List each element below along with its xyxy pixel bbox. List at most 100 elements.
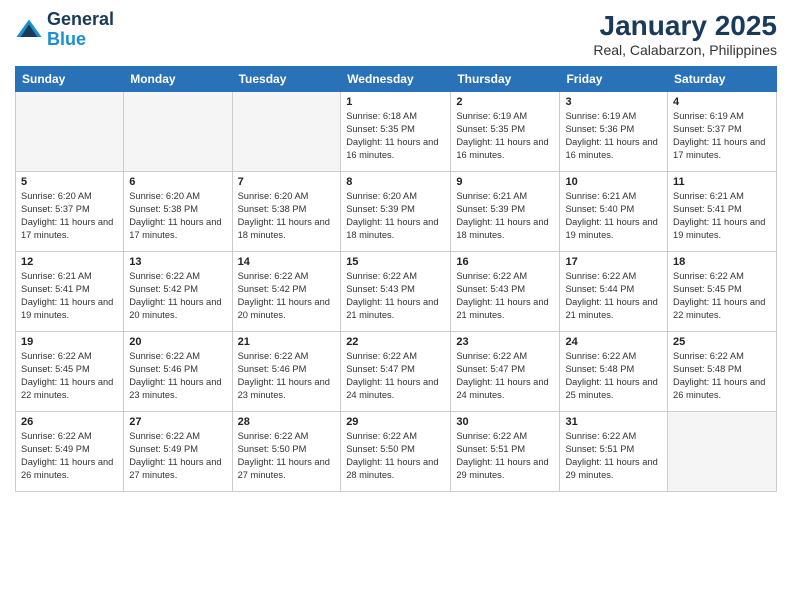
calendar-cell: 18 Sunrise: 6:22 AMSunset: 5:45 PMDayligh… — [668, 252, 777, 332]
day-number: 30 — [456, 416, 554, 428]
day-info: Sunrise: 6:21 AMSunset: 5:41 PMDaylight:… — [21, 270, 118, 322]
day-info: Sunrise: 6:19 AMSunset: 5:37 PMDaylight:… — [673, 110, 771, 162]
calendar-cell: 16 Sunrise: 6:22 AMSunset: 5:43 PMDayligh… — [451, 252, 560, 332]
day-info: Sunrise: 6:19 AMSunset: 5:35 PMDaylight:… — [456, 110, 554, 162]
col-header-saturday: Saturday — [668, 67, 777, 92]
header-row: SundayMondayTuesdayWednesdayThursdayFrid… — [16, 67, 777, 92]
col-header-friday: Friday — [560, 67, 668, 92]
day-number: 28 — [238, 416, 336, 428]
day-info: Sunrise: 6:20 AMSunset: 5:38 PMDaylight:… — [238, 190, 336, 242]
day-info: Sunrise: 6:22 AMSunset: 5:50 PMDaylight:… — [346, 430, 445, 482]
calendar-cell: 28 Sunrise: 6:22 AMSunset: 5:50 PMDayligh… — [232, 412, 341, 492]
day-info: Sunrise: 6:22 AMSunset: 5:50 PMDaylight:… — [238, 430, 336, 482]
calendar-cell: 19 Sunrise: 6:22 AMSunset: 5:45 PMDayligh… — [16, 332, 124, 412]
day-number: 26 — [21, 416, 118, 428]
calendar-cell — [668, 412, 777, 492]
day-number: 7 — [238, 176, 336, 188]
day-info: Sunrise: 6:22 AMSunset: 5:42 PMDaylight:… — [238, 270, 336, 322]
day-number: 1 — [346, 96, 445, 108]
col-header-wednesday: Wednesday — [341, 67, 451, 92]
calendar-cell: 12 Sunrise: 6:21 AMSunset: 5:41 PMDayligh… — [16, 252, 124, 332]
calendar-cell: 17Sunrise: 6:22 AMSunset: 5:44 PMDayligh… — [560, 252, 668, 332]
calendar-cell: 9 Sunrise: 6:21 AMSunset: 5:39 PMDaylight… — [451, 172, 560, 252]
calendar-cell: 21Sunrise: 6:22 AMSunset: 5:46 PMDayligh… — [232, 332, 341, 412]
day-number: 9 — [456, 176, 554, 188]
calendar-cell: 29 Sunrise: 6:22 AMSunset: 5:50 PMDayligh… — [341, 412, 451, 492]
day-info: Sunrise: 6:20 AMSunset: 5:39 PMDaylight:… — [346, 190, 445, 242]
day-number: 24 — [565, 336, 662, 348]
day-number: 5 — [21, 176, 118, 188]
day-number: 13 — [129, 256, 226, 268]
day-number: 25 — [673, 336, 771, 348]
day-info: Sunrise: 6:21 AMSunset: 5:41 PMDaylight:… — [673, 190, 771, 242]
calendar-cell: 3 Sunrise: 6:19 AMSunset: 5:36 PMDaylight… — [560, 92, 668, 172]
day-number: 8 — [346, 176, 445, 188]
calendar-cell: 22Sunrise: 6:22 AMSunset: 5:47 PMDayligh… — [341, 332, 451, 412]
calendar-cell: 14 Sunrise: 6:22 AMSunset: 5:42 PMDayligh… — [232, 252, 341, 332]
week-row-3: 12 Sunrise: 6:21 AMSunset: 5:41 PMDayligh… — [16, 252, 777, 332]
calendar-cell: 4Sunrise: 6:19 AMSunset: 5:37 PMDaylight… — [668, 92, 777, 172]
day-number: 12 — [21, 256, 118, 268]
calendar-cell: 10 Sunrise: 6:21 AMSunset: 5:40 PMDayligh… — [560, 172, 668, 252]
calendar-cell: 11 Sunrise: 6:21 AMSunset: 5:41 PMDayligh… — [668, 172, 777, 252]
day-number: 19 — [21, 336, 118, 348]
title-block: January 2025 Real, Calabarzon, Philippin… — [593, 10, 777, 58]
week-row-2: 5Sunrise: 6:20 AMSunset: 5:37 PMDaylight… — [16, 172, 777, 252]
calendar-cell: 6Sunrise: 6:20 AMSunset: 5:38 PMDaylight… — [124, 172, 232, 252]
day-number: 18 — [673, 256, 771, 268]
day-info: Sunrise: 6:22 AMSunset: 5:47 PMDaylight:… — [456, 350, 554, 402]
calendar-cell — [16, 92, 124, 172]
day-info: Sunrise: 6:21 AMSunset: 5:40 PMDaylight:… — [565, 190, 662, 242]
day-number: 3 — [565, 96, 662, 108]
calendar-cell: 2 Sunrise: 6:19 AMSunset: 5:35 PMDaylight… — [451, 92, 560, 172]
day-number: 20 — [129, 336, 226, 348]
day-number: 31 — [565, 416, 662, 428]
calendar-cell: 15Sunrise: 6:22 AMSunset: 5:43 PMDayligh… — [341, 252, 451, 332]
day-info: Sunrise: 6:22 AMSunset: 5:46 PMDaylight:… — [129, 350, 226, 402]
day-number: 27 — [129, 416, 226, 428]
day-number: 11 — [673, 176, 771, 188]
day-info: Sunrise: 6:22 AMSunset: 5:48 PMDaylight:… — [673, 350, 771, 402]
logo-blue: Blue — [47, 30, 114, 50]
calendar-cell — [124, 92, 232, 172]
logo-icon — [15, 16, 43, 44]
day-info: Sunrise: 6:22 AMSunset: 5:51 PMDaylight:… — [565, 430, 662, 482]
logo-general: General — [47, 10, 114, 30]
calendar-cell: 31 Sunrise: 6:22 AMSunset: 5:51 PMDayligh… — [560, 412, 668, 492]
day-info: Sunrise: 6:21 AMSunset: 5:39 PMDaylight:… — [456, 190, 554, 242]
day-number: 2 — [456, 96, 554, 108]
calendar-cell: 13 Sunrise: 6:22 AMSunset: 5:42 PMDayligh… — [124, 252, 232, 332]
day-number: 23 — [456, 336, 554, 348]
day-info: Sunrise: 6:22 AMSunset: 5:45 PMDaylight:… — [673, 270, 771, 322]
calendar-cell: 24 Sunrise: 6:22 AMSunset: 5:48 PMDayligh… — [560, 332, 668, 412]
day-number: 6 — [129, 176, 226, 188]
day-info: Sunrise: 6:22 AMSunset: 5:42 PMDaylight:… — [129, 270, 226, 322]
calendar-cell: 8 Sunrise: 6:20 AMSunset: 5:39 PMDaylight… — [341, 172, 451, 252]
calendar-cell — [232, 92, 341, 172]
calendar-header: SundayMondayTuesdayWednesdayThursdayFrid… — [16, 67, 777, 92]
day-number: 14 — [238, 256, 336, 268]
page: General Blue January 2025 Real, Calabarz… — [0, 0, 792, 612]
col-header-sunday: Sunday — [16, 67, 124, 92]
col-header-tuesday: Tuesday — [232, 67, 341, 92]
day-number: 29 — [346, 416, 445, 428]
calendar-body: 1 Sunrise: 6:18 AMSunset: 5:35 PMDaylight… — [16, 92, 777, 492]
day-info: Sunrise: 6:22 AMSunset: 5:43 PMDaylight:… — [346, 270, 445, 322]
day-info: Sunrise: 6:22 AMSunset: 5:48 PMDaylight:… — [565, 350, 662, 402]
day-info: Sunrise: 6:18 AMSunset: 5:35 PMDaylight:… — [346, 110, 445, 162]
subtitle: Real, Calabarzon, Philippines — [593, 42, 777, 58]
day-info: Sunrise: 6:22 AMSunset: 5:43 PMDaylight:… — [456, 270, 554, 322]
week-row-5: 26Sunrise: 6:22 AMSunset: 5:49 PMDayligh… — [16, 412, 777, 492]
day-number: 16 — [456, 256, 554, 268]
day-number: 21 — [238, 336, 336, 348]
calendar-cell: 23 Sunrise: 6:22 AMSunset: 5:47 PMDayligh… — [451, 332, 560, 412]
day-number: 10 — [565, 176, 662, 188]
col-header-thursday: Thursday — [451, 67, 560, 92]
col-header-monday: Monday — [124, 67, 232, 92]
day-info: Sunrise: 6:22 AMSunset: 5:47 PMDaylight:… — [346, 350, 445, 402]
day-info: Sunrise: 6:22 AMSunset: 5:45 PMDaylight:… — [21, 350, 118, 402]
logo: General Blue — [15, 10, 114, 50]
day-info: Sunrise: 6:19 AMSunset: 5:36 PMDaylight:… — [565, 110, 662, 162]
week-row-4: 19 Sunrise: 6:22 AMSunset: 5:45 PMDayligh… — [16, 332, 777, 412]
calendar-cell: 25 Sunrise: 6:22 AMSunset: 5:48 PMDayligh… — [668, 332, 777, 412]
